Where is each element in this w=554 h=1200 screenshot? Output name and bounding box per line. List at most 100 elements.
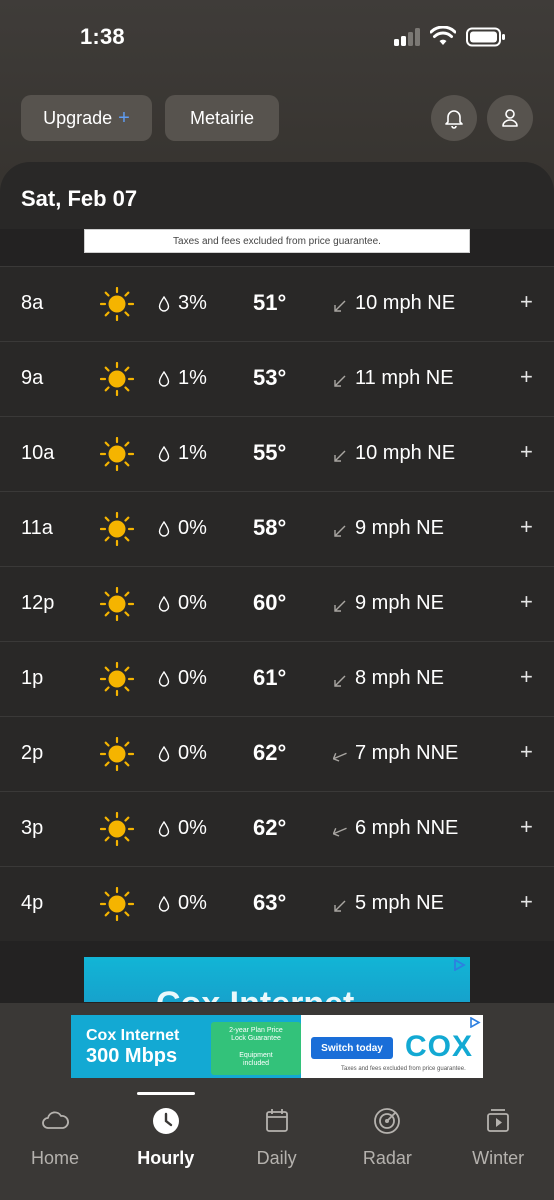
expand-row-button[interactable]: + [520,289,533,315]
tab-hourly[interactable]: Hourly [111,1092,221,1200]
status-time: 1:38 [80,24,125,49]
wind-direction-icon [332,746,347,762]
tab-label: Radar [362,1148,412,1168]
hourly-sheet: Sat, Feb 07 Taxes and fees excluded from… [0,162,554,1102]
hour-row[interactable]: 10a 1% 55° 10 mph NE + [0,416,554,491]
precip-chance: 3% [178,292,207,314]
tab-winter[interactable]: Winter [443,1092,553,1200]
expand-row-button[interactable]: + [520,889,533,915]
sun-icon [99,586,135,622]
sun-icon [99,436,135,472]
hour-temperature: 61° [253,665,287,690]
hour-row[interactable]: 2p 0% 62° 7 mph NNE + [0,716,554,791]
upgrade-label: Upgrade [43,107,113,128]
droplet-icon [158,895,170,912]
tab-daily[interactable]: Daily [222,1092,332,1200]
expand-row-button[interactable]: + [520,664,533,690]
ad-choices-icon[interactable] [469,1017,481,1028]
precip-chance: 1% [178,367,207,389]
wind-speed: 10 mph NE [355,442,456,464]
wind-direction-icon [333,296,347,312]
expand-row-button[interactable]: + [520,514,533,540]
banner-headline-2: 300 Mbps [86,1045,178,1067]
banner-logo: COX [405,1030,474,1063]
hour-row[interactable]: 9a 1% 53° 11 mph NE + [0,341,554,416]
banner-badge-line3: Equipment [239,1052,273,1059]
expand-row-button[interactable]: + [520,589,533,615]
hour-row[interactable]: 1p 0% 61° 8 mph NE + [0,641,554,716]
hour-time: 4p [21,892,44,914]
ad-strip[interactable]: Taxes and fees excluded from price guara… [84,229,470,253]
banner-ad[interactable]: Cox Internet 300 Mbps 2-year Plan Price L… [71,1015,483,1078]
wind-direction-icon [333,371,347,387]
sun-icon [99,286,135,322]
upgrade-button[interactable]: Upgrade + [21,95,152,141]
wind-speed: 9 mph NE [355,592,444,614]
hour-time: 1p [21,667,44,689]
hour-time: 9a [21,367,44,389]
banner-badge-line4: included [242,1060,270,1067]
droplet-icon [158,445,170,462]
wind-direction-icon [333,446,347,462]
tab-label: Hourly [137,1148,195,1168]
hour-row[interactable]: 8a 3% 51° 10 mph NE + [0,266,554,341]
wind-direction-icon [333,671,347,687]
hour-row[interactable]: 12p 0% 60° 9 mph NE + [0,566,554,641]
location-button[interactable]: Metairie [165,95,279,141]
droplet-icon [158,370,170,387]
droplet-icon [158,520,170,537]
hour-temperature: 58° [253,515,287,540]
clock-icon [151,1106,181,1136]
hourly-list: 8a 3% 51° 10 mph NE +9a 1% 53° 11 mph NE +10a 1% 5… [0,266,554,941]
precip-chance: 0% [178,517,207,539]
tab-radar[interactable]: Radar [332,1092,442,1200]
cellular-signal-icon [394,28,422,46]
sun-icon [99,661,135,697]
tab-home[interactable]: Home [0,1092,110,1200]
hour-time: 11a [21,517,53,539]
wind-speed: 5 mph NE [355,892,444,914]
wind-direction-icon [333,596,347,612]
hour-time: 12p [21,592,55,614]
banner-badge: 2-year Plan Price Lock Guarantee Equipmen… [211,1022,301,1075]
precip-chance: 0% [178,817,207,839]
hour-temperature: 60° [253,590,287,615]
precip-chance: 0% [178,892,207,914]
droplet-icon [158,295,170,312]
droplet-icon [158,820,170,837]
day-title: Sat, Feb 07 [21,186,138,211]
wind-speed: 10 mph NE [355,292,456,314]
user-icon [502,109,518,127]
cloud-icon [40,1106,70,1136]
hour-row[interactable]: 4p 0% 63° 5 mph NE + [0,866,554,941]
hour-temperature: 63° [253,890,287,915]
precip-chance: 0% [178,592,207,614]
banner-cta-button[interactable]: Switch today [311,1037,393,1059]
hour-time: 8a [21,292,44,314]
radar-icon [372,1106,402,1136]
notifications-button[interactable] [431,95,477,141]
expand-row-button[interactable]: + [520,739,533,765]
droplet-icon [158,595,170,612]
expand-row-button[interactable]: + [520,364,533,390]
hour-row[interactable]: 11a 0% 58° 9 mph NE + [0,491,554,566]
expand-row-button[interactable]: + [520,439,533,465]
calendar-icon [262,1106,292,1136]
wind-speed: 8 mph NE [355,667,444,689]
ad-choices-icon[interactable] [452,959,466,971]
hour-temperature: 62° [253,815,287,840]
tab-bar: Home Hourly Daily Radar Winter [0,1092,554,1200]
wind-speed: 7 mph NNE [355,742,459,764]
profile-button[interactable] [487,95,533,141]
bell-icon [445,110,463,129]
tab-label: Daily [256,1148,297,1168]
wind-direction-icon [332,821,347,837]
hour-time: 3p [21,817,44,839]
expand-row-button[interactable]: + [520,814,533,840]
hour-row[interactable]: 3p 0% 62° 6 mph NNE + [0,791,554,866]
inline-ad[interactable]: Cox Internet [84,957,470,1002]
hour-temperature: 55° [253,440,287,465]
wind-speed: 9 mph NE [355,517,444,539]
video-icon [483,1106,513,1136]
battery-icon [466,27,505,47]
